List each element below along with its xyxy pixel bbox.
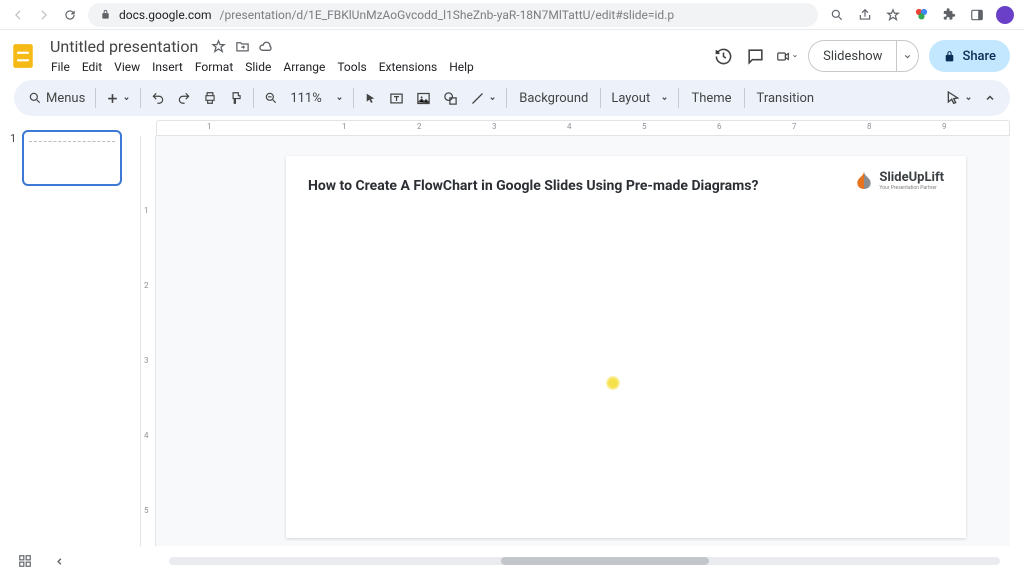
lock-icon (100, 9, 111, 20)
extension-color-icon[interactable] (912, 7, 930, 22)
workspace: 1 1 1 2 3 4 5 6 7 8 9 1 2 3 4 5 (0, 120, 1024, 566)
paint-format-button[interactable] (223, 87, 249, 109)
slideshow-dropdown[interactable] (896, 40, 919, 72)
slideshow-label: Slideshow (823, 49, 882, 64)
star-icon[interactable] (210, 39, 226, 55)
comments-icon[interactable] (744, 45, 766, 67)
side-panel-icon[interactable] (968, 8, 986, 22)
search-menus-button[interactable]: Menus (22, 87, 91, 110)
share-label: Share (962, 49, 996, 64)
menu-bar: File Edit View Insert Format Slide Arran… (46, 57, 702, 76)
transition-button[interactable]: Transition (749, 87, 823, 110)
back-button[interactable] (10, 8, 26, 22)
horizontal-scrollbar[interactable] (169, 557, 1000, 565)
slideshow-split-button: Slideshow (808, 40, 919, 72)
menu-tools[interactable]: Tools (332, 58, 371, 76)
slide-logo: SlideUpLift Your Presentation Partner (855, 170, 944, 191)
menu-extensions[interactable]: Extensions (374, 58, 442, 76)
zoom-page-icon[interactable] (828, 8, 846, 22)
mode-switch-button[interactable] (939, 86, 978, 110)
cursor-highlight-icon (606, 376, 620, 390)
logo-text: SlideUpLift (879, 170, 944, 185)
search-menus-label: Menus (46, 91, 85, 106)
logo-subtext: Your Presentation Partner (879, 185, 944, 191)
redo-button[interactable] (171, 87, 197, 109)
menu-help[interactable]: Help (444, 58, 479, 76)
url-host: docs.google.com (119, 8, 212, 22)
menu-arrange[interactable]: Arrange (278, 58, 330, 76)
menu-view[interactable]: View (109, 58, 145, 76)
new-slide-button[interactable] (100, 88, 136, 109)
move-icon[interactable] (234, 39, 250, 55)
undo-button[interactable] (145, 87, 171, 109)
theme-button[interactable]: Theme (683, 87, 739, 110)
horizontal-ruler[interactable]: 1 1 2 3 4 5 6 7 8 9 (156, 120, 1010, 136)
hide-menus-button[interactable] (978, 88, 1002, 108)
extensions-icon[interactable] (940, 8, 958, 22)
scrollbar-thumb[interactable] (501, 557, 709, 565)
background-button[interactable]: Background (511, 87, 596, 110)
menu-file[interactable]: File (46, 58, 75, 76)
textbox-tool[interactable] (383, 87, 410, 110)
select-tool[interactable] (358, 88, 383, 109)
lock-icon (943, 50, 956, 63)
print-button[interactable] (197, 87, 223, 109)
menu-edit[interactable]: Edit (77, 58, 107, 76)
canvas-area: 1 1 2 3 4 5 6 7 8 9 1 2 3 4 5 How to Cre… (140, 120, 1010, 566)
slide-thumbnail[interactable] (22, 130, 122, 186)
menu-slide[interactable]: Slide (240, 58, 276, 76)
zoom-tool-button[interactable] (258, 87, 284, 109)
zoom-level[interactable]: 111% (284, 87, 349, 110)
history-icon[interactable] (712, 45, 734, 67)
bookmark-icon[interactable] (884, 8, 902, 22)
grid-view-icon[interactable] (14, 550, 36, 572)
slide-title-text[interactable]: How to Create A FlowChart in Google Slid… (308, 178, 758, 194)
footer-bar (0, 546, 1024, 576)
logo-mark-icon (855, 171, 873, 191)
vertical-ruler[interactable]: 1 2 3 4 5 (140, 136, 156, 566)
slide-canvas[interactable]: How to Create A FlowChart in Google Slid… (286, 156, 966, 538)
menu-format[interactable]: Format (190, 58, 238, 76)
slideshow-button[interactable]: Slideshow (808, 40, 896, 72)
slide-stage[interactable]: How to Create A FlowChart in Google Slid… (156, 136, 1010, 566)
document-title[interactable]: Untitled presentation (46, 36, 202, 57)
cloud-status-icon[interactable] (258, 39, 274, 55)
line-tool[interactable] (464, 87, 502, 110)
explore-collapse-icon[interactable] (50, 552, 69, 571)
slide-thumb-index: 1 (10, 130, 16, 556)
url-path: /presentation/d/1E_FBKlUnMzAoGvcodd_l1Sh… (220, 8, 675, 22)
menu-insert[interactable]: Insert (147, 58, 188, 76)
browser-chrome: docs.google.com/presentation/d/1E_FBKlUn… (0, 0, 1024, 30)
reload-button[interactable] (62, 8, 78, 22)
forward-button[interactable] (36, 8, 52, 22)
share-page-icon[interactable] (856, 8, 874, 22)
slides-app-logo[interactable] (10, 43, 36, 69)
image-tool[interactable] (410, 87, 437, 110)
address-bar[interactable]: docs.google.com/presentation/d/1E_FBKlUn… (88, 3, 818, 27)
meet-icon[interactable] (776, 45, 798, 67)
slide-panel: 1 (0, 120, 140, 566)
main-toolbar: Menus 111% Background Layout Theme Trans… (14, 80, 1010, 116)
profile-avatar[interactable] (996, 6, 1014, 24)
share-button[interactable]: Share (929, 40, 1010, 72)
shape-tool[interactable] (437, 87, 464, 110)
layout-button[interactable]: Layout (605, 87, 674, 110)
title-bar: Untitled presentation File Edit View Ins… (0, 30, 1024, 76)
